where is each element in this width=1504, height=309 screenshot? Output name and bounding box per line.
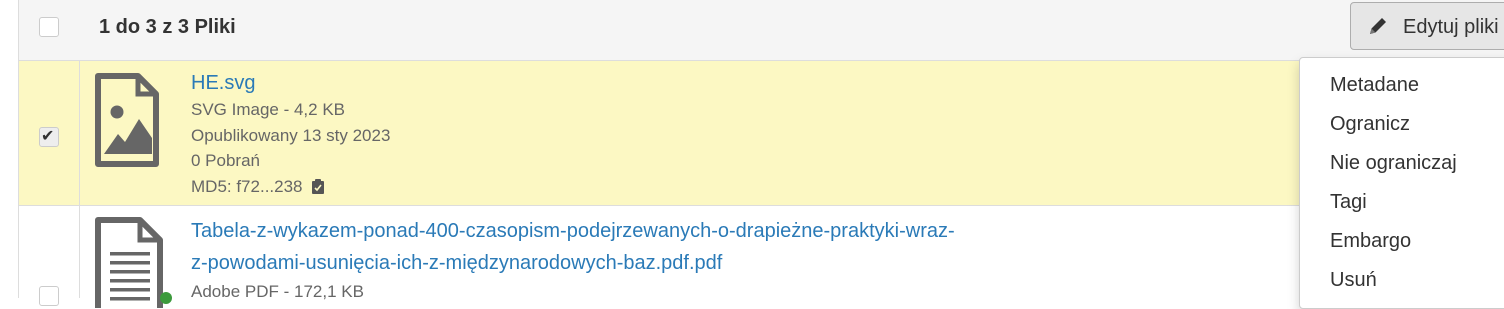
select-all-checkbox[interactable] [39, 17, 59, 37]
row-checkbox[interactable]: ✔ [39, 127, 59, 147]
menu-item-unrestrict[interactable]: Nie ograniczaj [1300, 144, 1504, 183]
file-list-panel: 1 do 3 z 3 Pliki Edytuj pliki ✔ HE.svg S… [18, 0, 1504, 308]
menu-item-embargo[interactable]: Embargo [1300, 222, 1504, 261]
file-row: Tabela-z-wykazem-ponad-400-czasopism-pod… [19, 206, 1504, 308]
file-info: HE.svg SVG Image - 4,2 KB Opublikowany 1… [191, 70, 390, 199]
file-type-size: Adobe PDF - 172,1 KB [191, 282, 364, 301]
edit-files-dropdown-menu: Metadane Ogranicz Nie ograniczaj Tagi Em… [1299, 57, 1504, 309]
file-md5-line: MD5: f72...238 [191, 174, 390, 200]
file-published-date: Opublikowany 13 sty 2023 [191, 125, 391, 145]
row-select-cell [19, 206, 80, 306]
file-list-header: 1 do 3 z 3 Pliki Edytuj pliki [19, 0, 1504, 61]
clipboard-icon[interactable] [311, 178, 325, 194]
menu-item-restrict[interactable]: Ogranicz [1300, 105, 1504, 144]
row-select-cell: ✔ [19, 61, 80, 205]
row-checkbox[interactable] [39, 286, 59, 306]
checkmark-icon: ✔ [41, 128, 55, 145]
file-row: ✔ HE.svg SVG Image - 4,2 KB Opublikowany… [19, 61, 1504, 206]
menu-item-metadata[interactable]: Metadane [1300, 66, 1504, 105]
pencil-icon [1370, 18, 1386, 34]
edit-files-label: Edytuj pliki [1403, 16, 1499, 38]
edit-files-button[interactable]: Edytuj pliki [1350, 2, 1504, 50]
file-info: Tabela-z-wykazem-ponad-400-czasopism-pod… [191, 215, 955, 305]
status-badge-icon [160, 292, 172, 304]
menu-item-delete[interactable]: Usuń [1300, 261, 1504, 300]
file-md5: MD5: f72...238 [191, 176, 303, 196]
menu-item-tags[interactable]: Tagi [1300, 183, 1504, 222]
file-count-label: 1 do 3 z 3 Pliki [99, 16, 236, 38]
document-file-icon [95, 217, 163, 308]
file-type-size: SVG Image - 4,2 KB [191, 100, 346, 119]
file-name-link-continued[interactable]: z-powodami-usunięcia-ich-z-międzynarodow… [191, 247, 955, 279]
file-name-link[interactable]: Tabela-z-wykazem-ponad-400-czasopism-pod… [191, 215, 955, 247]
image-file-icon [95, 73, 159, 167]
file-downloads: 0 Pobrań [191, 151, 260, 170]
file-name-link[interactable]: HE.svg [191, 70, 390, 96]
